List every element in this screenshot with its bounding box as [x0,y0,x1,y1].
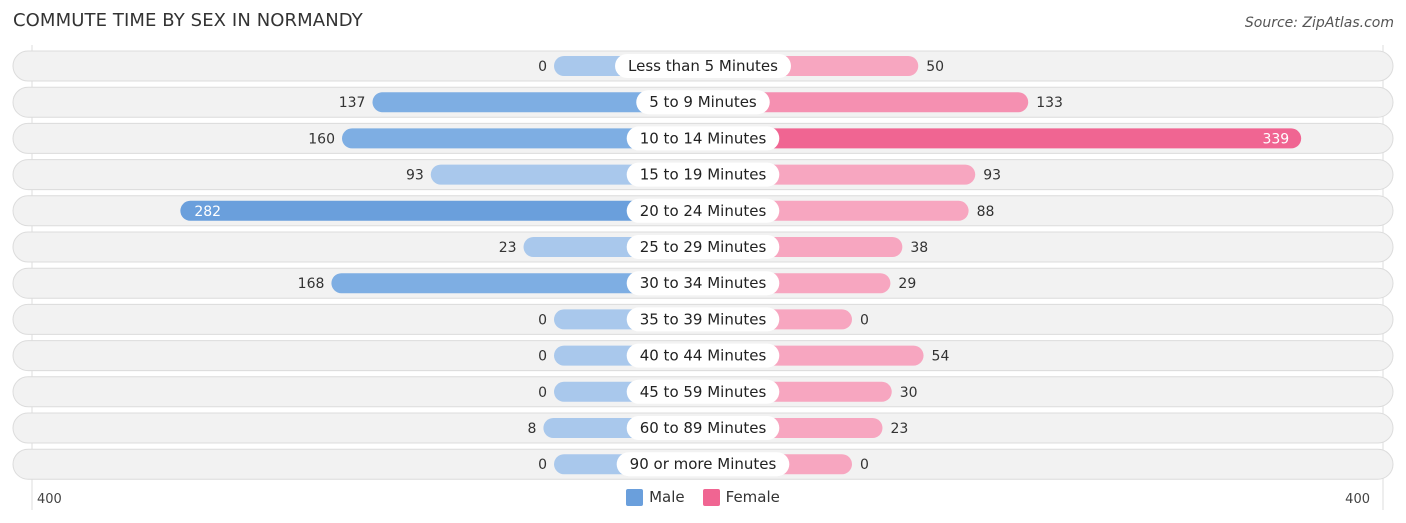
value-label-male: 8 [527,421,536,437]
category-label: 5 to 9 Minutes [649,93,757,111]
category-label: 60 to 89 Minutes [640,419,767,437]
legend-item-female[interactable]: Female [702,488,780,506]
value-label-female: 0 [860,312,869,328]
value-label-female: 38 [910,240,928,256]
value-label-male: 282 [194,204,221,220]
value-label-male: 0 [538,59,547,75]
value-label-male: 0 [538,349,547,365]
value-label-female: 29 [898,276,916,292]
value-label-female: 93 [983,168,1001,184]
bar-female [703,128,1302,149]
value-label-male: 168 [298,276,325,292]
category-label: 15 to 19 Minutes [640,166,767,184]
value-label-female: 54 [932,349,950,365]
category-label: 45 to 59 Minutes [640,383,767,401]
legend-label-female: Female [725,488,780,506]
value-label-female: 23 [890,421,908,437]
category-label: 30 to 34 Minutes [640,274,767,292]
value-label-male: 0 [538,385,547,401]
value-label-female: 0 [860,457,869,473]
value-label-male: 23 [499,240,517,256]
category-label: 25 to 29 Minutes [640,238,767,256]
legend: Male Female [0,488,1406,506]
value-label-female: 133 [1036,95,1063,111]
value-label-female: 30 [900,385,918,401]
category-label: 35 to 39 Minutes [640,310,767,328]
value-label-female: 88 [977,204,995,220]
bar-male [180,200,704,221]
legend-swatch-male [626,488,644,506]
value-label-male: 137 [339,95,366,111]
legend-item-male[interactable]: Male [626,488,685,506]
value-label-male: 93 [406,168,424,184]
category-label: Less than 5 Minutes [628,57,778,75]
category-label: 20 to 24 Minutes [640,202,767,220]
value-label-female: 339 [1262,131,1289,147]
legend-label-male: Male [649,488,685,506]
category-label: 90 or more Minutes [630,455,777,473]
chart-area: Less than 5 Minutes 0 50 5 to 9 Minutes 137 1… [12,45,1394,510]
value-label-male: 160 [308,131,335,147]
value-label-female: 50 [926,59,944,75]
category-label: 40 to 44 Minutes [640,347,767,365]
value-label-male: 0 [538,312,547,328]
legend-swatch-female [702,488,720,506]
category-label: 10 to 14 Minutes [640,129,767,147]
value-label-male: 0 [538,457,547,473]
